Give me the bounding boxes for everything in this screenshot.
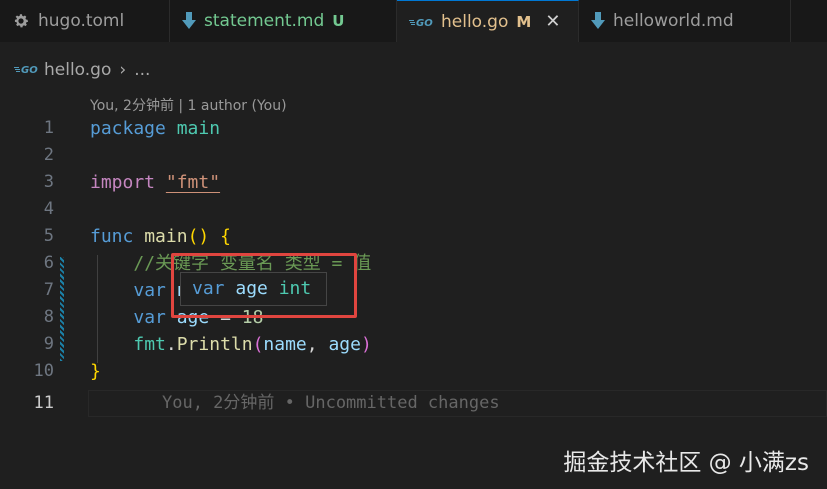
- go-icon: GO: [409, 16, 433, 28]
- svg-text:GO: GO: [21, 65, 38, 75]
- close-icon[interactable]: ✕: [545, 11, 560, 32]
- package-token: fmt: [133, 334, 166, 355]
- code-line[interactable]: 1 package main: [0, 115, 827, 142]
- go-icon: GO: [14, 60, 38, 80]
- tab-helloworld-md[interactable]: helloworld.md: [579, 0, 791, 42]
- watermark: 掘金技术社区 @ 小满zs: [563, 450, 809, 476]
- keyword-token: func: [90, 226, 134, 247]
- code-line[interactable]: 9 fmt.Println(name, age): [0, 331, 827, 358]
- code-line[interactable]: 6 //关键字 变量名 类型 = 值: [0, 250, 827, 277]
- code-line[interactable]: 4: [0, 196, 827, 223]
- function-name-token: main: [144, 226, 188, 247]
- dot-token: .: [165, 334, 177, 355]
- tab-label: hello.go: [441, 11, 509, 32]
- line-number: 11: [33, 393, 54, 413]
- line-number: 3: [43, 172, 54, 192]
- line-number: 1: [43, 118, 54, 138]
- tab-label: helloworld.md: [613, 11, 734, 31]
- paren-token: (): [187, 226, 210, 247]
- line-number: 4: [43, 199, 54, 219]
- markdown-download-icon: [182, 12, 196, 30]
- paren-token: (: [252, 334, 264, 355]
- tab-hugo-toml[interactable]: hugo.toml: [0, 0, 170, 42]
- keyword-token: var: [133, 280, 166, 301]
- brace-token: }: [90, 361, 101, 382]
- identifier-token: age: [328, 334, 361, 355]
- git-blame-inline: You, 2分钟前 • Uncommitted changes: [162, 393, 500, 413]
- breadcrumb-file[interactable]: hello.go: [44, 60, 111, 80]
- package-name-token: main: [176, 118, 221, 139]
- codelens-author[interactable]: You, 2分钟前 | 1 author (You): [90, 95, 287, 115]
- tab-bar: hugo.toml statement.md U GO hello.go M ✕…: [0, 0, 827, 42]
- comma-token: ,: [306, 334, 329, 355]
- code-line[interactable]: 10 }: [0, 358, 827, 385]
- line-number: 2: [43, 145, 54, 165]
- markdown-download-icon: [591, 12, 605, 30]
- identifier-token: name: [263, 334, 307, 355]
- git-status-badge: U: [332, 12, 345, 30]
- line-number: 7: [43, 280, 54, 300]
- string-token[interactable]: "fmt": [166, 172, 220, 193]
- breadcrumb-more[interactable]: ...: [134, 60, 150, 80]
- line-number: 8: [43, 307, 54, 327]
- function-name-token: Println: [176, 334, 253, 355]
- svg-text:GO: GO: [416, 18, 433, 28]
- git-status-badge: M: [516, 12, 532, 31]
- code-line[interactable]: 2: [0, 142, 827, 169]
- line-number: 5: [43, 226, 54, 246]
- code-line[interactable]: 7 var name: [0, 277, 827, 304]
- code-line[interactable]: 5 func main() {: [0, 223, 827, 250]
- line-number: 9: [43, 334, 54, 354]
- annotation-highlight-box: [171, 253, 357, 318]
- tab-hello-go[interactable]: GO hello.go M ✕: [397, 0, 579, 42]
- code-line[interactable]: 3 import "fmt": [0, 169, 827, 196]
- keyword-token: import: [90, 172, 156, 193]
- gear-icon: [12, 12, 30, 30]
- tab-label: hugo.toml: [38, 11, 125, 31]
- keyword-token: var: [133, 307, 166, 328]
- breadcrumb: GO hello.go › ...: [14, 58, 150, 82]
- chevron-right-icon: ›: [119, 60, 127, 80]
- keyword-token: package: [90, 118, 166, 139]
- paren-token: ): [360, 334, 372, 355]
- line-number: 6: [43, 253, 54, 273]
- line-number: 10: [33, 361, 54, 381]
- tab-label: statement.md: [204, 11, 325, 31]
- tab-statement-md[interactable]: statement.md U: [170, 0, 397, 42]
- code-line[interactable]: 8 var age = 18: [0, 304, 827, 331]
- brace-token: {: [220, 226, 231, 247]
